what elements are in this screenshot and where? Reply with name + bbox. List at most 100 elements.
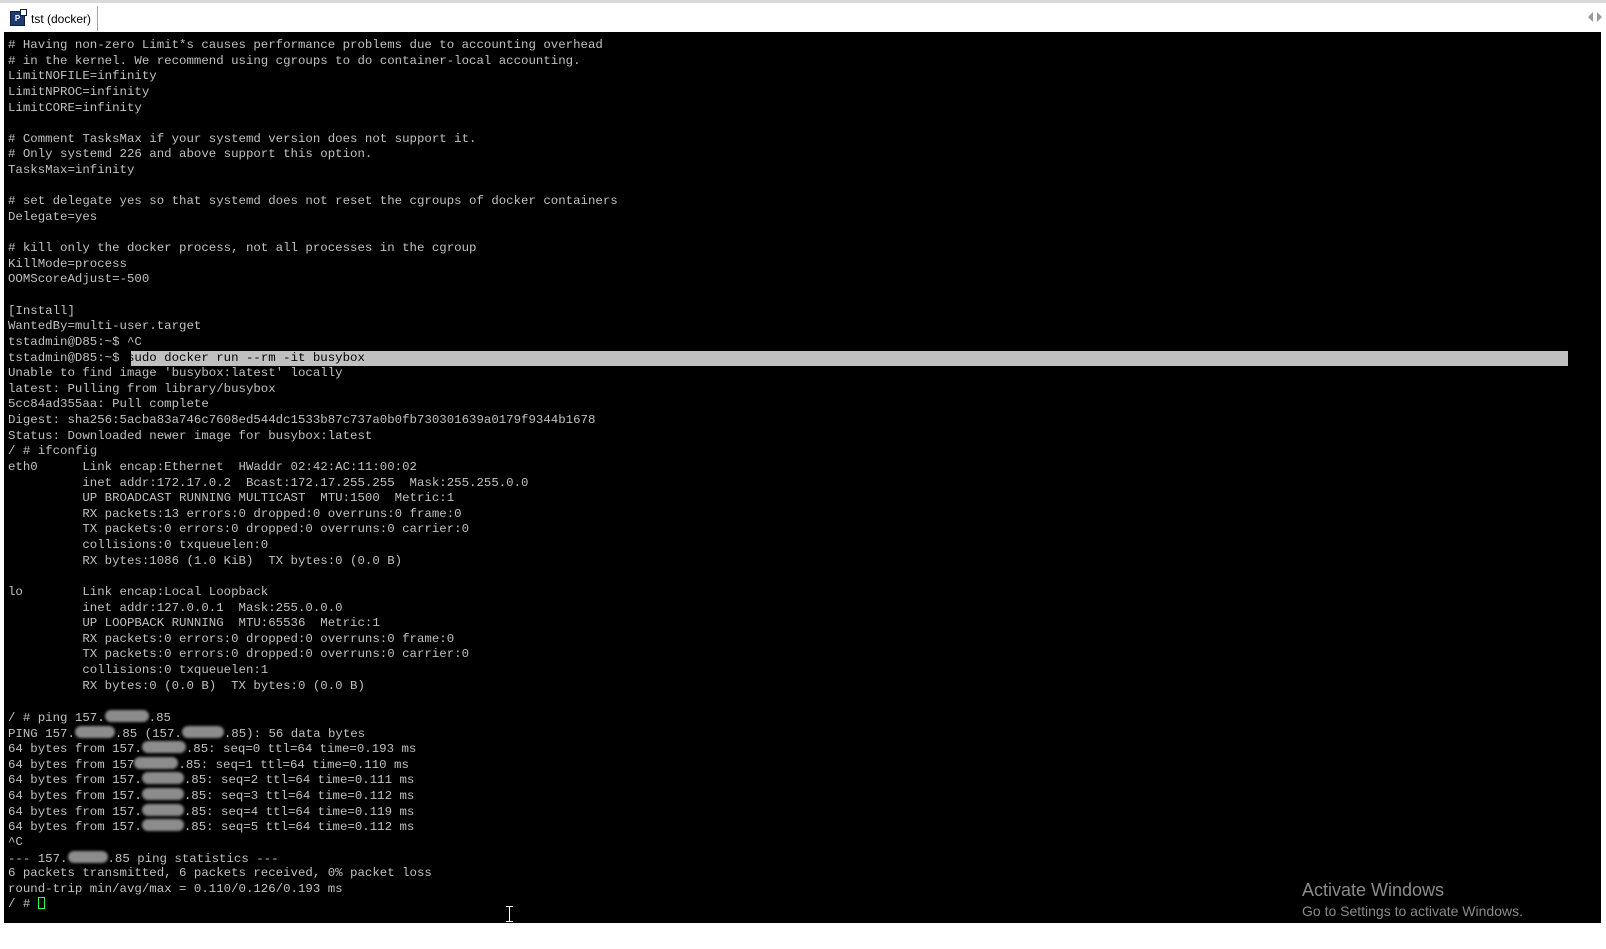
- watermark-subtitle: Go to Settings to activate Windows.: [1302, 903, 1523, 919]
- watermark-title: Activate Windows: [1302, 880, 1445, 900]
- terminal-line: Status: Downloaded newer image for busyb…: [8, 428, 373, 443]
- ping-header-text: .85 (157.: [114, 726, 182, 741]
- window-bottom-edge: [0, 923, 1606, 949]
- terminal-line: UP BROADCAST RUNNING MULTICAST MTU:1500 …: [8, 491, 455, 506]
- ping-reply-suffix: .85: seq=1 ttl=64 time=0.110 ms: [178, 757, 409, 772]
- session-tab[interactable]: P tst (docker): [6, 6, 99, 31]
- shell-prompt: / #: [8, 897, 38, 912]
- terminal-line: collisions:0 txqueuelen:0: [8, 538, 269, 552]
- terminal-line: TX packets:0 errors:0 dropped:0 overruns…: [8, 647, 470, 662]
- terminal-output-ping-replies: 64 bytes from 157.xxx.xx.85: seq=0 ttl=6…: [8, 741, 1601, 835]
- tab-scroll-controls: [1588, 12, 1602, 22]
- terminal-line: Digest: sha256:5acba83a746c7608ed544dc15…: [8, 413, 596, 427]
- terminal-line-ping-reply: 64 bytes from 157.xxx.xx.85: seq=0 ttl=6…: [8, 741, 1601, 757]
- terminal-line-interrupt: ^C: [8, 834, 23, 849]
- redacted-ip-segment: xxx.xx: [141, 772, 184, 785]
- selected-command: sudo docker run --rm -it busybox: [119, 350, 365, 365]
- ping-reply-suffix: .85: seq=0 ttl=64 time=0.193 ms: [185, 742, 417, 757]
- redacted-ip-segment: xxx.xx: [181, 725, 224, 738]
- ping-reply-prefix: 64 bytes from 157.: [8, 804, 142, 819]
- terminal-line: collisions:0 txqueuelen:1: [8, 663, 269, 677]
- terminal-line: tstadmin@D85:~$ ^C: [8, 334, 142, 349]
- terminal-line: RX bytes:1086 (1.0 KiB) TX bytes:0 (0.0 …: [8, 553, 403, 568]
- putty-terminal-icon: P: [10, 9, 27, 26]
- terminal-line: inet addr:172.17.0.2 Bcast:172.17.255.25…: [8, 475, 529, 490]
- terminal-line: # Having non-zero Limit*s causes perform…: [8, 38, 603, 52]
- terminal-line-ping-reply: 64 bytes from 157.xxx.xx.85: seq=2 ttl=6…: [8, 772, 1601, 788]
- terminal-line: inet addr:127.0.0.1 Mask:255.0.0.0: [8, 600, 343, 615]
- scroll-right-icon[interactable]: [1597, 12, 1602, 22]
- redacted-ip-segment: xxx.xx: [134, 756, 179, 769]
- ping-reply-prefix: 64 bytes from 157.: [8, 820, 142, 835]
- terminal-line-ping-header: PING 157.xxx.xx.85 (157.xxx.xx.85): 56 d…: [8, 725, 1601, 742]
- ping-command-suffix: .85: [148, 710, 171, 725]
- ping-header-text: .85): 56 data bytes: [223, 726, 366, 741]
- terminal-line: lo Link encap:Local Loopback: [8, 584, 269, 599]
- terminal-line: KillMode=process: [8, 256, 127, 271]
- session-tab-title: tst (docker): [31, 11, 92, 26]
- scroll-left-icon[interactable]: [1588, 12, 1593, 22]
- terminal-line: UP LOOPBACK RUNNING MTU:65536 Metric:1: [8, 616, 380, 631]
- terminal-line: # set delegate yes so that systemd does …: [8, 194, 618, 209]
- redacted-ip-segment: xxx.xx: [141, 803, 184, 816]
- ping-reply-suffix: .85: seq=3 ttl=64 time=0.112 ms: [183, 789, 415, 803]
- terminal-line: LimitNPROC=infinity: [8, 84, 150, 99]
- ping-reply-prefix: 64 bytes from 157.: [8, 773, 142, 788]
- terminal-line-ping-reply: 64 bytes from 157.xxx.xx.85: seq=5 ttl=6…: [8, 819, 1601, 835]
- terminal-line: [Install]: [8, 303, 75, 318]
- terminal-window[interactable]: # Having non-zero Limit*s causes perform…: [4, 32, 1601, 923]
- terminal-output-docker: Unable to find image 'busybox:latest' lo…: [8, 366, 1601, 710]
- tab-bar: P tst (docker): [0, 0, 1606, 32]
- shell-prompt: tstadmin@D85:~$: [8, 350, 120, 365]
- terminal-line: RX bytes:0 (0.0 B) TX bytes:0 (0.0 B): [8, 678, 365, 693]
- ping-header-text: PING 157.: [8, 726, 75, 741]
- ping-reply-prefix: 64 bytes from 157.: [8, 742, 142, 757]
- terminal-line: TX packets:0 errors:0 dropped:0 overruns…: [8, 522, 470, 537]
- stats-header-suffix: .85 ping statistics ---: [107, 851, 279, 866]
- stats-header-text: --- 157.: [8, 851, 68, 866]
- terminal-output-config: # Having non-zero Limit*s causes perform…: [8, 38, 1601, 351]
- ping-command-text: / # ping 157.: [8, 710, 105, 725]
- redacted-ip-segment: xxx.xx: [67, 850, 108, 863]
- ping-reply-prefix: 64 bytes from 157.: [8, 789, 142, 803]
- redacted-ip-segment: xxx.xx: [74, 725, 115, 738]
- ping-reply-suffix: .85: seq=5 ttl=64 time=0.112 ms: [183, 820, 415, 835]
- terminal-line-ping-reply: 64 bytes from 157xxx.xx.85: seq=1 ttl=64…: [8, 756, 1601, 773]
- terminal-line: LimitCORE=infinity: [8, 100, 142, 115]
- terminal-line: Unable to find image 'busybox:latest' lo…: [8, 366, 343, 381]
- terminal-line: # Only systemd 226 and above support thi…: [8, 147, 373, 162]
- text-cursor: [37, 897, 45, 910]
- terminal-line: OOMScoreAdjust=-500: [8, 272, 150, 287]
- terminal-line-ping-reply: 64 bytes from 157.xxx.xx.85: seq=4 ttl=6…: [8, 803, 1601, 820]
- terminal-line-stats-header: --- 157.xxx.xx.85 ping statistics ---: [8, 850, 1601, 867]
- terminal-line-selected: tstadmin@D85:~$ sudo docker run --rm -it…: [8, 350, 1601, 367]
- terminal-line-ping-reply: 64 bytes from 157.xxx.xx.85: seq=3 ttl=6…: [8, 788, 1601, 804]
- windows-activation-watermark: Activate Windows Go to Settings to activ…: [1302, 880, 1523, 919]
- redacted-ip-segment: xxx.xx: [141, 819, 184, 832]
- terminal-line: # in the kernel. We recommend using cgro…: [8, 53, 581, 68]
- terminal-line: latest: Pulling from library/busybox: [8, 381, 276, 396]
- terminal-line: # kill only the docker process, not all …: [8, 241, 477, 256]
- terminal-line: # Comment TasksMax if your systemd versi…: [8, 131, 477, 146]
- terminal-line: LimitNOFILE=infinity: [8, 69, 157, 84]
- ping-reply-suffix: .85: seq=2 ttl=64 time=0.111 ms: [183, 773, 415, 788]
- redacted-ip-segment: xxx.xx: [104, 709, 149, 722]
- terminal-line: RX packets:13 errors:0 dropped:0 overrun…: [8, 506, 462, 521]
- terminal-line: RX packets:0 errors:0 dropped:0 overruns…: [8, 631, 455, 646]
- redacted-ip-segment: xxx.xx: [141, 788, 184, 800]
- redacted-ip-segment: xxx.xx: [141, 741, 186, 754]
- ping-reply-prefix: 64 bytes from 157: [8, 757, 135, 772]
- ibeam-cursor-icon: [506, 906, 513, 922]
- terminal-line: / # ifconfig: [8, 444, 98, 459]
- terminal-line: WantedBy=multi-user.target: [8, 319, 202, 334]
- terminal-line: 5cc84ad355aa: Pull complete: [8, 397, 209, 412]
- terminal-line: eth0 Link encap:Ethernet HWaddr 02:42:AC…: [8, 459, 417, 474]
- terminal-line: Delegate=yes: [8, 209, 98, 224]
- terminal-line-ping-command: / # ping 157.xxx.xx.85: [8, 709, 1601, 726]
